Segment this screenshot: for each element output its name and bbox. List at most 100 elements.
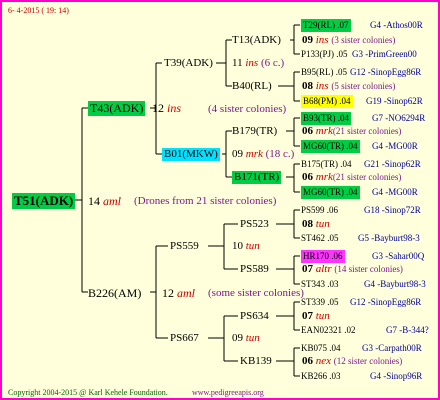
gen5-breeder: G4 -Bayburt98-3 bbox=[364, 279, 426, 289]
gen4-ps523-year: 08 tun bbox=[302, 218, 330, 231]
gen5-breeder: G12 -SinopEgg86R bbox=[350, 297, 422, 307]
gen5-breeder: G19 -Sinop62R bbox=[366, 96, 423, 106]
gen4-ps523-year-num: 08 bbox=[302, 218, 313, 230]
gen5-entry: ST339 .05 bbox=[301, 297, 339, 307]
gen5-entry: HR170 .06 bbox=[301, 250, 345, 263]
gen3-b01: B01(MKW) bbox=[162, 148, 220, 161]
gen3-t39-sisters: (6 c.) bbox=[260, 57, 285, 69]
mother-bee: T43(ADK) bbox=[88, 101, 146, 116]
gen5-breeder: G7 -NO6294R bbox=[372, 113, 426, 123]
gen3-t39: T39(ADK) bbox=[164, 57, 213, 69]
gen4-ps589-breed: altr bbox=[315, 263, 332, 275]
father-year-num: 12 bbox=[162, 286, 174, 300]
gen4-ps589-year: 07 altr (14 sister colonies) bbox=[302, 263, 403, 276]
gen4-kb139-year: 06 nex (12 sister colonies) bbox=[302, 355, 402, 368]
gen5-entry: B93(TR) .04 bbox=[301, 112, 351, 125]
gen5-breeder: G12 -SinopEgg86R bbox=[350, 67, 422, 77]
gen4-b179-year: 06 mrk(21 sister colonies) bbox=[302, 125, 401, 138]
gen5-breeder: G3 -PrimGreen00 bbox=[352, 49, 417, 59]
gen5-breeder: G18 -Sinop72R bbox=[364, 205, 421, 215]
father-breed: aml bbox=[177, 286, 195, 300]
gen4-b40-year-num: 08 bbox=[302, 80, 313, 92]
gen4-b40-year: 08 ins (5 sister colonies) bbox=[302, 80, 395, 93]
father-sisters: (some sister colonies) bbox=[208, 287, 304, 299]
gen5-entry: P133(PJ) .05 bbox=[301, 49, 348, 59]
gen4-t13: T13(ADK) bbox=[232, 34, 281, 46]
root-bee: T51(ADK) bbox=[12, 193, 76, 209]
gen4-b40: B40(RL) bbox=[232, 80, 272, 92]
gen4-ps523-breed: tun bbox=[315, 218, 330, 230]
gen3-t39-breed: ins bbox=[245, 57, 259, 69]
gen4-b179: B179(TR) bbox=[232, 125, 278, 137]
gen3-ps667-year: 09 tun bbox=[232, 332, 260, 345]
drone-breed: aml bbox=[103, 194, 121, 208]
gen4-kb139-year-num: 06 bbox=[302, 355, 313, 367]
gen3-ps559: PS559 bbox=[170, 240, 199, 252]
gen5-breeder: G5 -Bayburt98-3 bbox=[358, 233, 420, 243]
gen5-entry: KB075 .04 bbox=[301, 343, 341, 353]
gen3-ps667: PS667 bbox=[170, 332, 199, 344]
gen4-ps634-breed: tun bbox=[315, 310, 330, 322]
gen4-b171-year-num: 06 bbox=[302, 171, 313, 183]
gen4-ps589-sisters: (14 sister colonies) bbox=[334, 264, 403, 274]
footer-copyright: Copyright 2004-2015 @ Karl Kehele Founda… bbox=[8, 388, 168, 397]
pedigree-frame: 6- 4-2015 ( 19: 14) T51(ADK) T43(ADK) 12… bbox=[0, 0, 440, 400]
gen5-breeder: G3 -Sahar00Q bbox=[372, 251, 425, 261]
gen3-b01-year: 09 mrk (18 c.) bbox=[232, 148, 294, 161]
father-bee: B226(AM) bbox=[88, 286, 142, 300]
footer-website[interactable]: www.pedigreeapis.org bbox=[192, 386, 264, 398]
drone-sisters: (Drones from 21 sister colonies) bbox=[134, 195, 277, 207]
gen3-ps667-breed: tun bbox=[245, 332, 260, 344]
gen5-entry: KB266 .03 bbox=[301, 371, 341, 381]
gen5-entry: EAN02321 .02 bbox=[301, 325, 356, 335]
gen5-breeder: G4 -MG00R bbox=[372, 141, 418, 151]
gen5-entry: T29(RL) .07 bbox=[301, 19, 351, 32]
gen4-b171-breed: mrk bbox=[315, 171, 333, 183]
gen5-breeder: G4 -Athos00R bbox=[370, 20, 423, 30]
mother-sisters: (4 sister colonies) bbox=[208, 103, 287, 115]
father-year: 12 aml bbox=[162, 286, 195, 301]
gen5-breeder: G4 -MG00R bbox=[372, 187, 418, 197]
gen4-ps523: PS523 bbox=[240, 218, 269, 230]
gen5-entry: MG60(TR) .04 bbox=[301, 186, 360, 199]
gen4-b171: B171(TR) bbox=[232, 171, 282, 184]
gen4-kb139-breed: nex bbox=[315, 355, 332, 367]
gen3-t39-year: 11 ins (6 c.) bbox=[232, 57, 284, 70]
gen4-b40-breed: ins bbox=[315, 80, 329, 92]
mother-year: 12 ins bbox=[152, 101, 181, 116]
gen5-entry: B95(RL) .05 bbox=[301, 67, 347, 77]
gen5-breeder: G4 -Sinop96R bbox=[370, 371, 423, 381]
gen4-t13-year-num: 09 bbox=[302, 34, 313, 46]
gen4-t13-breed: ins bbox=[315, 34, 329, 46]
gen3-t39-year-num: 11 bbox=[232, 57, 243, 69]
mother-year-num: 12 bbox=[152, 101, 164, 115]
gen4-b40-sisters: (5 sister colonies) bbox=[331, 81, 396, 91]
gen4-b179-sisters: (21 sister colonies) bbox=[332, 126, 402, 136]
gen5-entry: B68(PM) .04 bbox=[301, 95, 353, 108]
gen4-kb139-sisters: (12 sister colonies) bbox=[333, 356, 403, 366]
gen3-ps559-year: 10 tun bbox=[232, 240, 260, 253]
drone-year: 14 bbox=[88, 194, 100, 208]
gen4-b179-year-num: 06 bbox=[302, 125, 313, 137]
gen3-ps667-year-num: 09 bbox=[232, 332, 243, 344]
gen4-ps589-year-num: 07 bbox=[302, 263, 313, 275]
gen5-breeder: G7 -B-344? bbox=[386, 325, 429, 335]
gen3-b01-breed: mrk bbox=[245, 148, 263, 160]
gen3-b01-sisters: (18 c.) bbox=[265, 148, 295, 160]
gen4-ps634-year: 07 tun bbox=[302, 310, 330, 323]
gen4-t13-year: 09 ins (3 sister colonies) bbox=[302, 34, 395, 47]
gen5-entry: MG60(TR) .04 bbox=[301, 140, 360, 153]
gen3-b01-year-num: 09 bbox=[232, 148, 243, 160]
gen5-breeder: G3 -Carpath00R bbox=[362, 343, 422, 353]
header-date: 6- 4-2015 ( 19: 14) bbox=[8, 6, 69, 15]
mother-breed: ins bbox=[167, 101, 182, 115]
gen4-ps589: PS589 bbox=[240, 263, 269, 275]
gen4-t13-sisters: (3 sister colonies) bbox=[331, 35, 396, 45]
gen5-entry: ST462 .05 bbox=[301, 233, 339, 243]
gen4-kb139: KB139 bbox=[240, 355, 272, 367]
gen3-ps559-year-num: 10 bbox=[232, 240, 243, 252]
gen4-b179-breed: mrk bbox=[315, 125, 333, 137]
drone-line: 14 aml bbox=[88, 194, 121, 209]
gen5-breeder: G21 -Sinop62R bbox=[364, 159, 421, 169]
gen5-entry: B175(TR) .04 bbox=[301, 159, 352, 169]
